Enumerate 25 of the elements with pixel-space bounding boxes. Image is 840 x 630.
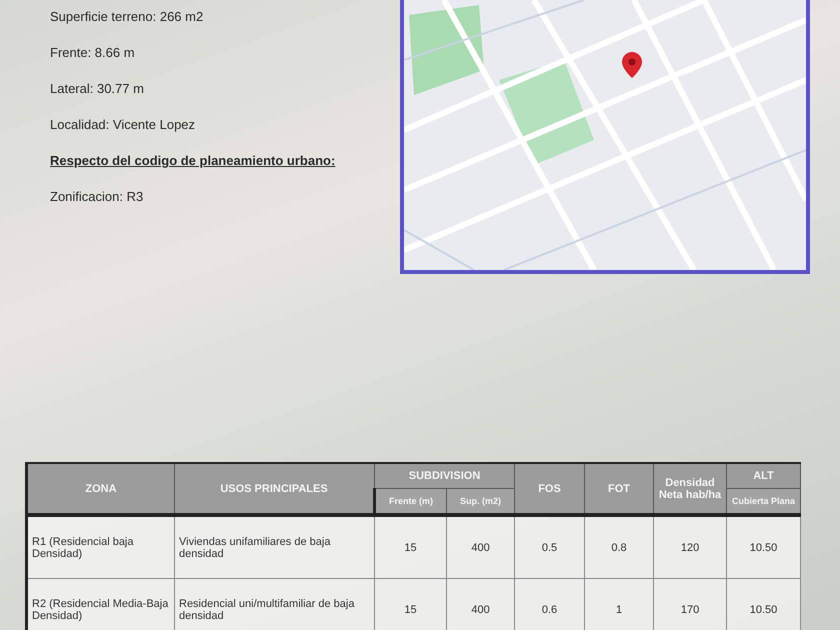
section-heading: Respecto del codigo de planeamiento urbano: xyxy=(50,152,336,170)
detail-text: Zonificacion: R3 xyxy=(50,188,144,206)
table-cell: R1 (Residencial baja Densidad) xyxy=(26,515,174,578)
table-cell: 10.50 xyxy=(726,515,801,578)
column-header: ALT xyxy=(726,463,801,488)
column-header: SUBDIVISION xyxy=(374,463,515,488)
column-header: ZONA xyxy=(26,463,174,515)
detail-text: Localidad: Vicente Lopez xyxy=(50,116,196,134)
table-cell: 400 xyxy=(446,515,515,578)
detail-text: Superficie terreno: 266 m2 xyxy=(50,8,204,26)
column-header: FOT xyxy=(584,463,654,515)
detail-text: Lateral: 30.77 m xyxy=(50,80,145,98)
table-cell: 0.5 xyxy=(514,515,585,578)
column-header: Densidad Neta hab/ha xyxy=(654,463,727,515)
column-header: Sup. (m2) xyxy=(446,488,515,515)
table-cell: 120 xyxy=(654,515,727,578)
column-header: Cubierta Plana xyxy=(726,488,801,515)
table-cell: R2 (Residencial Media-Baja Densidad) xyxy=(26,578,174,630)
table-cell: 0.8 xyxy=(584,515,654,578)
table-cell: 15 xyxy=(374,515,446,578)
column-header: Frente (m) xyxy=(374,488,446,515)
column-header: FOS xyxy=(514,463,585,515)
column-header: USOS PRINCIPALES xyxy=(174,463,374,515)
detail-text: Frente: 8.66 m xyxy=(50,44,136,62)
table-cell: Viviendas unifamiliares de baja densidad xyxy=(174,515,374,578)
